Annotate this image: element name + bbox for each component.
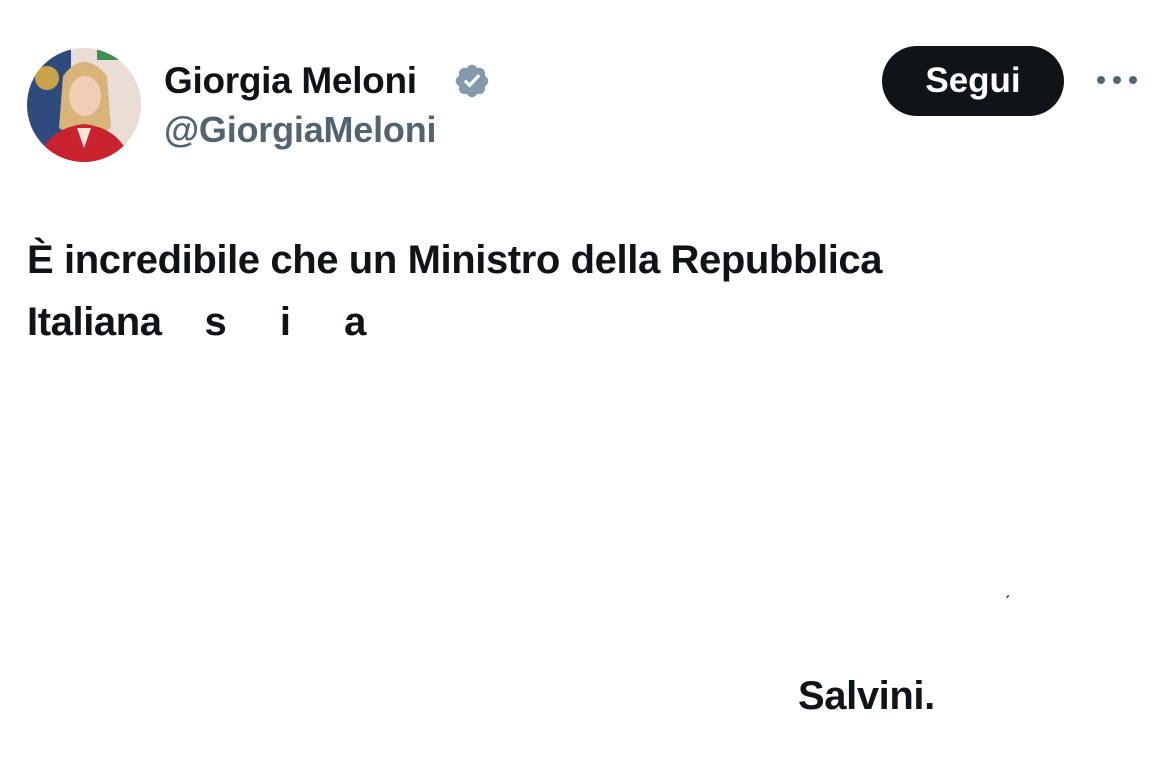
author-handle[interactable]: @GiorgiaMeloni [164, 107, 437, 153]
tweet-text-line-2: Italiana s i a [27, 300, 367, 344]
follow-button[interactable]: Segui [882, 46, 1064, 116]
tweet-text-line-3: Salvini. [798, 674, 935, 718]
verified-badge-icon [455, 64, 489, 98]
tweet-text-line-1: È incredibile che un Ministro della Repu… [27, 238, 883, 282]
tweet-stray-mark: ˏ [1004, 577, 1011, 599]
avatar[interactable] [27, 48, 141, 162]
display-name[interactable]: Giorgia Meloni [164, 57, 417, 105]
more-horizontal-icon[interactable] [1094, 70, 1140, 90]
profile-photo [27, 48, 141, 162]
